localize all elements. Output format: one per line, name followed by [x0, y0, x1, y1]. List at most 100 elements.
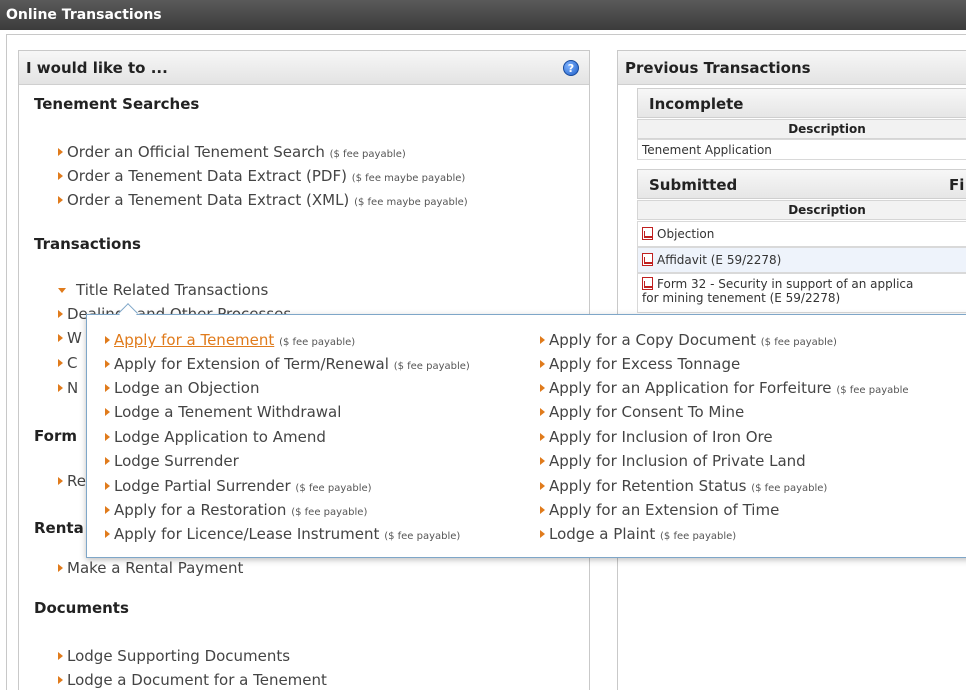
- link-label: W: [67, 329, 82, 347]
- menu-item-private-land[interactable]: Apply for Inclusion of Private Land: [540, 452, 806, 470]
- fee-note: ($ fee payable): [295, 483, 372, 494]
- menu-item-label: Lodge Surrender: [114, 452, 239, 470]
- menu-item-label: Apply for Retention Status: [549, 477, 747, 495]
- arrow-right-icon: [58, 334, 63, 342]
- menu-item-application-amend[interactable]: Lodge Application to Amend: [105, 428, 326, 446]
- fee-note: ($ fee payable): [291, 507, 368, 518]
- submitted-row[interactable]: Affidavit (E 59/2278): [637, 247, 966, 273]
- arrow-right-icon: [540, 506, 545, 514]
- link-transaction-c[interactable]: C: [58, 354, 77, 372]
- link-label: N: [67, 379, 79, 397]
- arrow-right-icon: [540, 433, 545, 441]
- submitted-row[interactable]: Form 32 - Security in support of an appl…: [637, 273, 966, 313]
- menu-item-retention-status[interactable]: Apply for Retention Status ($ fee payabl…: [540, 477, 827, 495]
- menu-item-partial-surrender[interactable]: Lodge Partial Surrender ($ fee payable): [105, 477, 372, 495]
- arrow-right-icon: [105, 506, 110, 514]
- arrow-right-icon: [540, 530, 545, 538]
- link-order-official-search[interactable]: Order an Official Tenement Search ($ fee…: [58, 143, 406, 161]
- fee-note: ($ fee payable): [384, 531, 461, 542]
- fee-note: ($ fee payable): [751, 483, 828, 494]
- menu-item-iron-ore[interactable]: Apply for Inclusion of Iron Ore: [540, 428, 773, 446]
- menu-item-label: Apply for Consent To Mine: [549, 403, 745, 421]
- menu-item-label: Lodge Partial Surrender: [114, 477, 291, 495]
- help-icon[interactable]: ?: [563, 60, 579, 76]
- section-tenement-searches: Tenement Searches: [34, 95, 200, 113]
- menu-item-tenement-withdrawal[interactable]: Lodge a Tenement Withdrawal: [105, 403, 341, 421]
- link-label: Order an Official Tenement Search: [67, 143, 325, 161]
- link-order-data-extract-xml[interactable]: Order a Tenement Data Extract (XML) ($ f…: [58, 191, 468, 209]
- link-label: Lodge Supporting Documents: [67, 647, 291, 665]
- submitted-row[interactable]: Objection: [637, 221, 966, 247]
- menu-item-label: Apply for Excess Tonnage: [549, 355, 741, 373]
- link-order-data-extract-pdf[interactable]: Order a Tenement Data Extract (PDF) ($ f…: [58, 167, 465, 185]
- menu-item-label: Lodge Application to Amend: [114, 428, 326, 446]
- submitted-fi-label: Fi: [949, 176, 965, 194]
- link-label: Title Related Transactions: [76, 281, 269, 299]
- menu-item-lodge-objection[interactable]: Lodge an Objection: [105, 379, 259, 397]
- menu-item-forfeiture[interactable]: Apply for an Application for Forfeiture …: [540, 379, 909, 397]
- link-lodge-document-tenement[interactable]: Lodge a Document for a Tenement: [58, 671, 327, 689]
- actions-panel-header: I would like to ... ?: [19, 51, 589, 85]
- menu-item-extension-time[interactable]: Apply for an Extension of Time: [540, 501, 779, 519]
- incomplete-row[interactable]: Tenement Application: [637, 139, 966, 160]
- arrow-right-icon: [540, 408, 545, 416]
- menu-item-lodge-surrender[interactable]: Lodge Surrender: [105, 452, 239, 470]
- menu-item-label: Apply for Extension of Term/Renewal: [114, 355, 389, 373]
- link-transaction-n[interactable]: N: [58, 379, 78, 397]
- arrow-right-icon: [58, 196, 63, 204]
- arrow-right-icon: [58, 564, 63, 572]
- menu-item-copy-document[interactable]: Apply for a Copy Document ($ fee payable…: [540, 331, 837, 349]
- menu-item-excess-tonnage[interactable]: Apply for Excess Tonnage: [540, 355, 740, 373]
- arrow-right-icon: [58, 477, 63, 485]
- menu-item-lodge-plaint[interactable]: Lodge a Plaint ($ fee payable): [540, 525, 736, 543]
- menu-item-label: Apply for an Extension of Time: [549, 501, 780, 519]
- pdf-icon: [642, 277, 653, 290]
- menu-item-apply-tenement[interactable]: Apply for a Tenement ($ fee payable): [105, 331, 355, 349]
- row-description: Objection: [657, 227, 715, 241]
- pdf-icon: [642, 253, 653, 266]
- arrow-right-icon: [58, 676, 63, 684]
- menu-item-label: Apply for a Tenement: [114, 331, 275, 349]
- section-rental: Renta: [34, 519, 84, 537]
- arrow-right-icon: [58, 310, 63, 318]
- link-label: C: [67, 354, 78, 372]
- incomplete-header: Incomplete: [637, 88, 966, 118]
- link-label: Lodge a Document for a Tenement: [67, 671, 327, 689]
- menu-item-label: Apply for a Restoration: [114, 501, 287, 519]
- arrow-right-icon: [58, 148, 63, 156]
- menu-item-label: Apply for Inclusion of Iron Ore: [549, 428, 773, 446]
- fee-note: ($ fee maybe payable): [351, 173, 466, 184]
- fee-note: ($ fee payable): [660, 531, 737, 542]
- incomplete-description-header[interactable]: Description: [637, 119, 966, 139]
- arrow-right-icon: [105, 384, 110, 392]
- arrow-right-icon: [105, 482, 110, 490]
- arrow-right-icon: [105, 336, 110, 344]
- arrow-right-icon: [540, 336, 545, 344]
- link-lodge-supporting-documents[interactable]: Lodge Supporting Documents: [58, 647, 290, 665]
- actions-panel-title: I would like to ...: [26, 59, 168, 77]
- link-transaction-w[interactable]: W: [58, 329, 82, 347]
- arrow-right-icon: [105, 408, 110, 416]
- arrow-right-icon: [540, 457, 545, 465]
- page-title: Online Transactions: [6, 7, 162, 23]
- menu-item-restoration[interactable]: Apply for a Restoration ($ fee payable): [105, 501, 367, 519]
- submitted-header: Submitted Fi: [637, 169, 966, 199]
- arrow-right-icon: [58, 384, 63, 392]
- link-label: Make a Rental Payment: [67, 559, 244, 577]
- section-transactions: Transactions: [34, 235, 141, 253]
- fee-note: ($ fee payable): [279, 337, 356, 348]
- link-title-related-transactions[interactable]: Title Related Transactions: [58, 281, 268, 299]
- fee-note: ($ fee payable): [393, 361, 470, 372]
- link-make-rental-payment[interactable]: Make a Rental Payment: [58, 559, 243, 577]
- menu-item-label: Apply for Inclusion of Private Land: [549, 452, 806, 470]
- row-description: Tenement Application: [642, 143, 772, 157]
- menu-item-extension-renewal[interactable]: Apply for Extension of Term/Renewal ($ f…: [105, 355, 470, 373]
- menu-item-licence-lease[interactable]: Apply for Licence/Lease Instrument ($ fe…: [105, 525, 460, 543]
- arrow-right-icon: [540, 384, 545, 392]
- submitted-description-header[interactable]: Description: [637, 200, 966, 220]
- link-forms-re[interactable]: Re: [58, 472, 86, 490]
- row-description: Form 32 - Security in support of an appl…: [657, 277, 914, 291]
- menu-item-consent-mine[interactable]: Apply for Consent To Mine: [540, 403, 744, 421]
- fee-note: ($ fee maybe payable): [354, 197, 468, 208]
- fee-note: ($ fee payable): [329, 149, 406, 160]
